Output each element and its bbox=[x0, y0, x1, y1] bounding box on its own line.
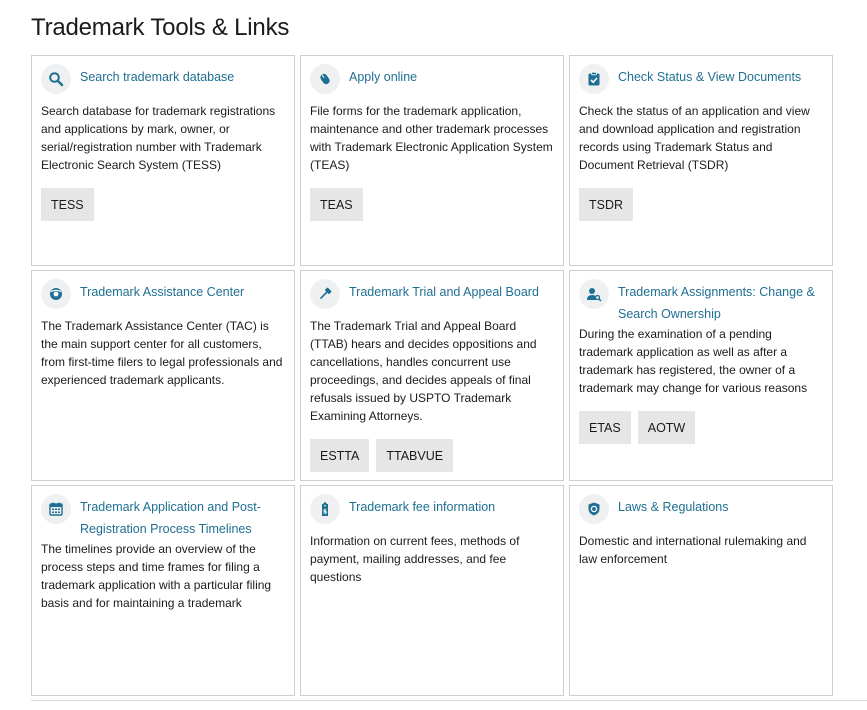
card-title-link[interactable]: Trademark Trial and Appeal Board bbox=[349, 281, 539, 303]
card-header: Trademark Assistance Center bbox=[41, 279, 285, 317]
badge-icon bbox=[579, 494, 609, 524]
card-title-link[interactable]: Laws & Regulations bbox=[618, 496, 728, 518]
card-search-trademark-database: Search trademark database Search databas… bbox=[31, 55, 295, 266]
card-header: Apply online bbox=[310, 64, 554, 102]
card-title-link[interactable]: Trademark fee information bbox=[349, 496, 495, 518]
card-header: Trademark Trial and Appeal Board bbox=[310, 279, 554, 317]
button-row: ESTTA TTABVUE bbox=[310, 439, 554, 472]
card-trademark-assistance-center: Trademark Assistance Center The Trademar… bbox=[31, 270, 295, 481]
card-title-link[interactable]: Trademark Application and Post-Registrat… bbox=[80, 496, 285, 540]
card-process-timelines: Trademark Application and Post-Registrat… bbox=[31, 485, 295, 696]
card-header: Trademark Assignments: Change & Search O… bbox=[579, 279, 823, 325]
card-header: $ Trademark fee information bbox=[310, 494, 554, 532]
card-description: Check the status of an application and v… bbox=[579, 104, 810, 172]
card-description: Search database for trademark registrati… bbox=[41, 104, 276, 172]
card-description: During the examination of a pending trad… bbox=[579, 327, 808, 395]
teas-button[interactable]: TEAS bbox=[310, 188, 363, 221]
button-row: TESS bbox=[41, 188, 285, 221]
card-title-link[interactable]: Check Status & View Documents bbox=[618, 66, 801, 88]
card-description: The Trademark Assistance Center (TAC) is… bbox=[41, 319, 283, 387]
button-row: ETAS AOTW bbox=[579, 411, 823, 444]
button-row: TSDR bbox=[579, 188, 823, 221]
estta-button[interactable]: ESTTA bbox=[310, 439, 370, 472]
card-description: File forms for the trademark application… bbox=[310, 104, 553, 172]
tess-button[interactable]: TESS bbox=[41, 188, 94, 221]
card-description: The timelines provide an overview of the… bbox=[41, 542, 272, 610]
card-laws-regulations: Laws & Regulations Domestic and internat… bbox=[569, 485, 833, 696]
gavel-icon bbox=[310, 279, 340, 309]
card-title-link[interactable]: Apply online bbox=[349, 66, 417, 88]
tsdr-button[interactable]: TSDR bbox=[579, 188, 634, 221]
card-header: Check Status & View Documents bbox=[579, 64, 823, 102]
divider bbox=[31, 700, 867, 701]
card-header: Trademark Application and Post-Registrat… bbox=[41, 494, 285, 540]
calendar-icon bbox=[41, 494, 71, 524]
fee-tag-icon: $ bbox=[310, 494, 340, 524]
life-ring-icon bbox=[41, 279, 71, 309]
card-ttab: Trademark Trial and Appeal Board The Tra… bbox=[300, 270, 564, 481]
search-icon bbox=[41, 64, 71, 94]
mouse-icon bbox=[310, 64, 340, 94]
card-title-link[interactable]: Trademark Assistance Center bbox=[80, 281, 244, 303]
card-description: The Trademark Trial and Appeal Board (TT… bbox=[310, 319, 537, 423]
card-trademark-assignments: Trademark Assignments: Change & Search O… bbox=[569, 270, 833, 481]
etas-button[interactable]: ETAS bbox=[579, 411, 631, 444]
card-header: Laws & Regulations bbox=[579, 494, 823, 532]
svg-text:$: $ bbox=[323, 508, 328, 516]
card-check-status: Check Status & View Documents Check the … bbox=[569, 55, 833, 266]
card-header: Search trademark database bbox=[41, 64, 285, 102]
ttabvue-button[interactable]: TTABVUE bbox=[376, 439, 454, 472]
card-apply-online: Apply online File forms for the trademar… bbox=[300, 55, 564, 266]
user-search-icon bbox=[579, 279, 609, 309]
button-row: TEAS bbox=[310, 188, 554, 221]
aotw-button[interactable]: AOTW bbox=[637, 411, 696, 444]
card-fee-information: $ Trademark fee information Information … bbox=[300, 485, 564, 696]
card-description: Domestic and international rulemaking an… bbox=[579, 534, 807, 566]
card-description: Information on current fees, methods of … bbox=[310, 534, 520, 584]
tools-grid: Search trademark database Search databas… bbox=[31, 55, 833, 696]
card-title-link[interactable]: Search trademark database bbox=[80, 66, 234, 88]
clipboard-check-icon bbox=[579, 64, 609, 94]
page-title: Trademark Tools & Links bbox=[31, 14, 290, 41]
card-title-link[interactable]: Trademark Assignments: Change & Search O… bbox=[618, 281, 823, 325]
